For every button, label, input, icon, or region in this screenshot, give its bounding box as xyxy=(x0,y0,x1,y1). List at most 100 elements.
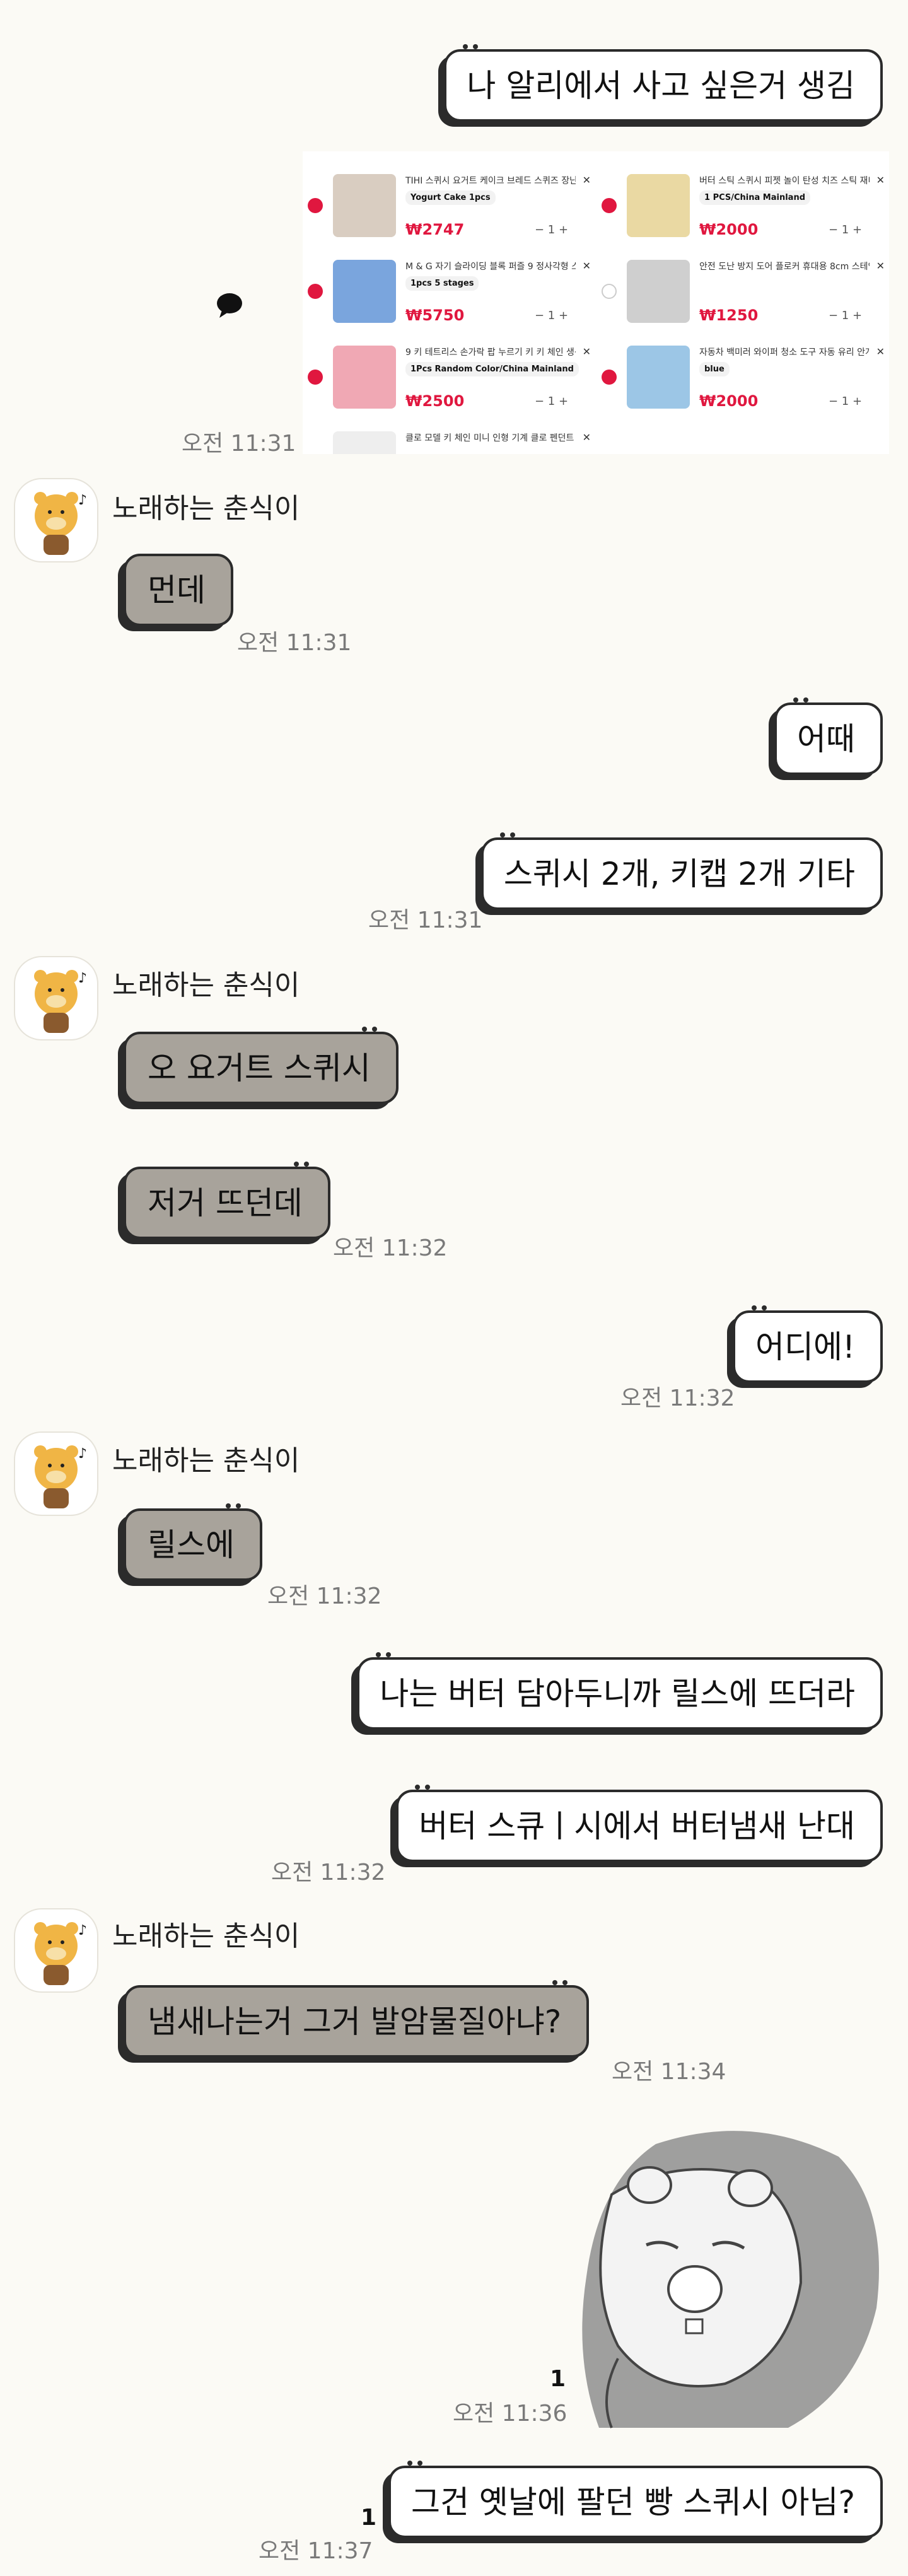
bubble-eyes-decoration xyxy=(414,1782,433,1792)
message-text: 릴스에 xyxy=(148,1526,235,1563)
item-checkbox[interactable] xyxy=(308,370,323,385)
my-message-bubble[interactable]: 스퀴시 2개, 키캡 2개 기타 xyxy=(480,832,883,910)
avatar[interactable]: ♪ xyxy=(14,478,98,562)
avatar[interactable]: ♪ xyxy=(14,956,98,1040)
product-name: 9 키 테트리스 손가락 팝 누르기 키 키 체인 생산 ... xyxy=(405,347,576,358)
bubble-eyes-decoration xyxy=(750,1303,769,1313)
sender-name: 노래하는 춘식이 xyxy=(112,1445,300,1477)
product-thumbnail xyxy=(627,174,690,237)
message-text: 오 요거트 스퀴시 xyxy=(148,1049,371,1087)
item-checkbox[interactable] xyxy=(602,284,617,299)
product-name: TIHI 스퀴시 요거트 케이크 브레드 스퀴즈 장난... xyxy=(405,176,576,186)
speech-bubble-icon[interactable] xyxy=(214,290,245,320)
remove-item-icon[interactable]: ✕ xyxy=(876,260,885,272)
product-option[interactable]: 1pcs 5 stages xyxy=(405,276,479,291)
sender-name: 노래하는 춘식이 xyxy=(112,492,300,525)
avatar[interactable]: ♪ xyxy=(14,1431,98,1516)
message-time: 오전 11:34 xyxy=(612,2059,726,2085)
product-option[interactable]: 1 PCS/China Mainland xyxy=(699,190,811,205)
product-thumbnail xyxy=(333,174,396,237)
remove-item-icon[interactable]: ✕ xyxy=(583,260,591,272)
bubble-eyes-decoration xyxy=(551,1978,570,1988)
my-message-bubble[interactable]: 나는 버터 담아두니까 릴스에 뜨더라 xyxy=(357,1652,883,1730)
message-time: 오전 11:32 xyxy=(267,1583,382,1609)
their-message-bubble[interactable]: 저거 뜨던데 xyxy=(124,1162,330,1239)
cart-item[interactable]: 9 키 테트리스 손가락 팝 누르기 키 키 체인 생산 ... 1Pcs Ran… xyxy=(308,346,595,421)
product-price: ₩1250 xyxy=(699,306,759,324)
remove-item-icon[interactable]: ✕ xyxy=(876,346,885,358)
bubble-eyes-decoration xyxy=(293,1159,311,1169)
item-checkbox[interactable] xyxy=(308,284,323,299)
their-message-bubble[interactable]: 먼데 xyxy=(124,554,233,626)
message-text: 스퀴시 2개, 키캡 2개 기타 xyxy=(503,855,855,892)
product-name: 버터 스틱 스퀴시 피젯 놀이 탄성 치즈 스틱 재미... xyxy=(699,176,870,186)
product-price: ₩2000 xyxy=(699,392,759,410)
remove-item-icon[interactable]: ✕ xyxy=(583,174,591,186)
product-name: 클로 모델 키 체인 미니 인형 기계 클로 펜던트 그... xyxy=(405,433,576,443)
remove-item-icon[interactable]: ✕ xyxy=(583,346,591,358)
message-time: 오전 11:32 xyxy=(333,1235,448,1261)
their-message-bubble[interactable]: 릴스에 xyxy=(124,1503,262,1581)
cart-item[interactable]: M & G 자기 슬라이딩 블록 퍼즐 9 정사각형 스... 1pcs 5 st… xyxy=(308,260,595,335)
product-name: 자동차 백미러 와이퍼 청소 도구 자동 유리 안개 ... xyxy=(699,347,870,358)
their-message-bubble[interactable]: 냄새나는거 그거 발암물질아냐? xyxy=(124,1980,590,2058)
item-checkbox[interactable] xyxy=(308,198,323,213)
message-text: 나 알리에서 사고 싶은거 생김 xyxy=(467,67,855,104)
bubble-eyes-decoration xyxy=(792,695,811,705)
cart-item[interactable]: TIHI 스퀴시 요거트 케이크 브레드 스퀴즈 장난... Yogurt Cak… xyxy=(308,174,595,250)
quantity-stepper[interactable]: − 1 + xyxy=(829,223,862,236)
shopping-cart-screenshot[interactable]: TIHI 스퀴시 요거트 케이크 브레드 스퀴즈 장난... Yogurt Cak… xyxy=(303,151,889,454)
cart-item[interactable]: 자동차 백미러 와이퍼 청소 도구 자동 유리 안개 ... blue ₩2000 −… xyxy=(602,346,888,421)
remove-item-icon[interactable]: ✕ xyxy=(876,174,885,186)
unread-count: 1 xyxy=(550,2366,566,2392)
message-text: 어때 xyxy=(797,720,855,757)
product-price: ₩2500 xyxy=(405,392,465,410)
bubble-eyes-decoration xyxy=(375,1650,393,1660)
product-thumbnail xyxy=(627,260,690,323)
cart-item[interactable]: 버터 스틱 스퀴시 피젯 놀이 탄성 치즈 스틱 재미... 1 PCS/Chin… xyxy=(602,174,888,250)
svg-text:♪: ♪ xyxy=(78,492,87,508)
svg-text:♪: ♪ xyxy=(78,1446,87,1462)
message-time: 오전 11:32 xyxy=(620,1385,735,1411)
product-price: ₩1750 xyxy=(699,151,758,153)
item-checkbox[interactable] xyxy=(602,370,617,385)
svg-text:♪: ♪ xyxy=(78,970,87,986)
message-text: 냄새나는거 그거 발암물질아냐? xyxy=(148,2003,562,2040)
message-text: 어디에! xyxy=(755,1328,855,1365)
quantity-stepper[interactable]: − 1 + xyxy=(535,309,568,322)
message-text: 그건 옛날에 팔던 빵 스퀴시 아님? xyxy=(410,2483,855,2521)
quantity-stepper[interactable]: − 1 + xyxy=(535,223,568,236)
my-message-bubble[interactable]: 나 알리에서 사고 싶은거 생김 xyxy=(444,44,883,122)
avatar[interactable]: ♪ xyxy=(14,1908,98,1993)
product-option[interactable]: Yogurt Cake 1pcs xyxy=(405,190,496,205)
message-time: 오전 11:36 xyxy=(453,2401,568,2427)
my-message-bubble[interactable]: 어때 xyxy=(774,697,883,775)
sender-name: 노래하는 춘식이 xyxy=(112,1920,300,1952)
product-thumbnail xyxy=(627,346,690,409)
their-message-bubble[interactable]: 오 요거트 스퀴시 xyxy=(124,1027,399,1104)
bubble-eyes-decoration xyxy=(499,830,518,840)
product-name: M & G 자기 슬라이딩 블록 퍼즐 9 정사각형 스... xyxy=(405,262,576,272)
message-time: 오전 11:31 xyxy=(182,431,296,457)
remove-item-icon[interactable]: ✕ xyxy=(583,431,591,443)
product-thumbnail xyxy=(333,346,396,409)
my-message-bubble[interactable]: 버터 스큐ㅣ시에서 버터냄새 난대 xyxy=(396,1785,883,1862)
product-thumbnail xyxy=(333,431,396,454)
my-message-bubble[interactable]: 그건 옛날에 팔던 빵 스퀴시 아님? xyxy=(388,2461,883,2538)
product-option[interactable]: blue xyxy=(699,362,730,376)
cart-item[interactable]: 클로 모델 키 체인 미니 인형 기계 클로 펜던트 그... ✕ xyxy=(308,431,595,454)
product-option[interactable]: 1Pcs Random Color/China Mainland xyxy=(405,362,579,376)
item-checkbox[interactable] xyxy=(602,198,617,213)
quantity-stepper[interactable]: − 1 + xyxy=(829,395,862,408)
message-time: 오전 11:31 xyxy=(237,630,352,656)
quantity-stepper[interactable]: − 1 + xyxy=(535,395,568,408)
sleepy-character-sticker[interactable] xyxy=(561,2119,883,2434)
product-price: ₩2747 xyxy=(405,221,465,238)
cart-item[interactable]: ₩1750− 1 + xyxy=(602,151,888,164)
message-text: 먼데 xyxy=(148,571,206,609)
my-message-bubble[interactable]: 어디에! xyxy=(732,1305,883,1383)
bubble-eyes-decoration xyxy=(361,1024,380,1034)
cart-item[interactable]: 안전 도난 방지 도어 플로커 휴대용 8cm 스테인... ₩1250 − 1 +… xyxy=(602,260,888,335)
message-time: 오전 11:32 xyxy=(271,1860,386,1885)
quantity-stepper[interactable]: − 1 + xyxy=(829,309,862,322)
